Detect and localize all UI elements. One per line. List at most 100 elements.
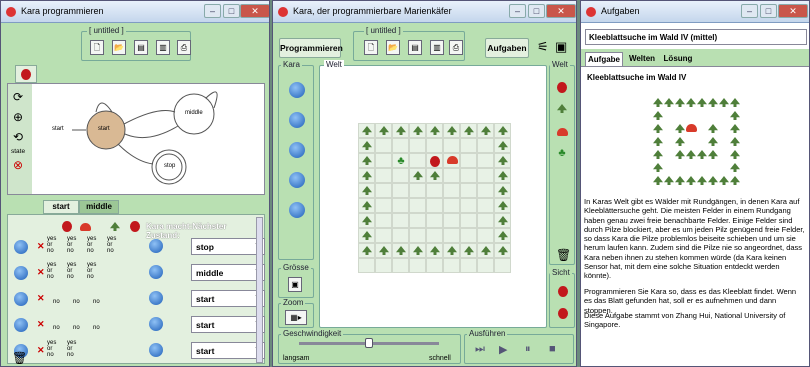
world-cell[interactable] <box>477 123 494 138</box>
world-cell[interactable] <box>477 228 494 243</box>
save-as-icon[interactable]: ▥ <box>430 40 444 55</box>
programmieren-button[interactable]: Programmieren <box>279 38 343 58</box>
turn-left-icon[interactable] <box>289 112 305 128</box>
state-stop[interactable]: stop <box>164 163 175 169</box>
world-cell[interactable] <box>443 153 460 168</box>
condition-no[interactable]: no <box>53 325 60 331</box>
play-icon[interactable]: ▶ <box>499 343 507 356</box>
world-cell[interactable] <box>358 258 375 273</box>
condition-leaf[interactable]: yes or no <box>107 236 116 254</box>
world-cell[interactable] <box>426 213 443 228</box>
ladybug-icon[interactable] <box>557 82 567 93</box>
world-cell[interactable] <box>358 183 375 198</box>
world-cell[interactable] <box>409 258 426 273</box>
world-cell[interactable] <box>375 243 392 258</box>
zoom-select-icon[interactable]: ▦▸ <box>285 310 307 325</box>
table-row[interactable]: ✕ yes or no yes or no yes or no yes or no stop <box>14 235 268 259</box>
world-cell[interactable] <box>409 123 426 138</box>
save-as-icon[interactable]: ▥ <box>156 40 170 55</box>
state-start[interactable]: start <box>98 126 110 132</box>
world-cell[interactable] <box>460 243 477 258</box>
condition-no[interactable]: no <box>73 325 80 331</box>
close-button[interactable]: ✕ <box>778 4 808 18</box>
world-cell[interactable]: ♣ <box>392 153 409 168</box>
new-file-icon[interactable]: 🗋 <box>364 40 378 55</box>
world-cell[interactable] <box>409 243 426 258</box>
tree-icon[interactable] <box>557 104 567 113</box>
world-cell[interactable] <box>494 123 511 138</box>
world-cell[interactable] <box>358 123 375 138</box>
condition-no[interactable]: no <box>93 325 100 331</box>
mushroom-icon[interactable] <box>557 128 568 136</box>
action-icon[interactable] <box>149 265 163 279</box>
view-sensor-icon[interactable] <box>558 308 568 319</box>
maximize-button[interactable]: □ <box>223 4 240 18</box>
new-file-icon[interactable]: 🗋 <box>90 40 104 55</box>
world-cell[interactable] <box>375 213 392 228</box>
world-cell[interactable] <box>426 153 443 168</box>
world-cell[interactable] <box>375 183 392 198</box>
put-leaf-icon[interactable] <box>289 172 305 188</box>
world-cell[interactable] <box>358 153 375 168</box>
remove-leaf-icon[interactable] <box>289 202 305 218</box>
world-cell[interactable] <box>443 183 460 198</box>
world-cell[interactable] <box>375 138 392 153</box>
world-cell[interactable] <box>443 198 460 213</box>
world-cell[interactable] <box>409 213 426 228</box>
world-cell[interactable] <box>358 138 375 153</box>
world-cell[interactable] <box>409 183 426 198</box>
condition-mushroom[interactable]: yes or no <box>87 262 96 280</box>
world-cell[interactable] <box>494 213 511 228</box>
world-cell[interactable] <box>443 228 460 243</box>
world-cell[interactable] <box>392 123 409 138</box>
world-cell[interactable] <box>477 213 494 228</box>
world-cell[interactable] <box>494 243 511 258</box>
next-state-select[interactable]: start <box>191 316 265 333</box>
world-cell[interactable] <box>477 153 494 168</box>
next-state-select[interactable]: start <box>191 290 265 307</box>
world-cell[interactable] <box>375 198 392 213</box>
condition-no[interactable]: no <box>93 299 100 305</box>
tab-aufgabe[interactable]: Aufgabe <box>585 52 623 67</box>
view-kara-icon[interactable] <box>558 286 568 297</box>
world-cell[interactable] <box>426 243 443 258</box>
minimize-button[interactable]: – <box>509 4 526 18</box>
action-icon[interactable] <box>149 239 163 253</box>
world-cell[interactable] <box>443 123 460 138</box>
condition-ladybug[interactable]: yes or no <box>47 340 56 358</box>
world-cell[interactable] <box>426 168 443 183</box>
world-cell[interactable] <box>409 153 426 168</box>
world-cell[interactable] <box>477 198 494 213</box>
world-cell[interactable] <box>409 138 426 153</box>
save-file-icon[interactable]: ▤ <box>408 40 422 55</box>
pause-icon[interactable]: ⏸ <box>525 343 531 356</box>
world-cell[interactable] <box>460 168 477 183</box>
condition-tree[interactable]: yes or no <box>67 340 76 358</box>
world-cell[interactable] <box>494 198 511 213</box>
world-cell[interactable] <box>409 228 426 243</box>
print-icon[interactable]: ⎙ <box>177 40 191 55</box>
stop-icon[interactable]: ■ <box>549 343 556 355</box>
trash-icon[interactable]: 🗑 <box>556 248 571 262</box>
action-icon[interactable] <box>149 291 163 305</box>
condition-tree[interactable]: yes or no <box>67 236 76 254</box>
world-grid[interactable]: ♣ <box>358 123 514 273</box>
aufgaben-button[interactable]: Aufgaben <box>485 38 529 58</box>
world-cell[interactable] <box>392 183 409 198</box>
world-cell[interactable] <box>392 258 409 273</box>
move-forward-icon[interactable] <box>289 82 305 98</box>
world-cell[interactable] <box>392 213 409 228</box>
world-cell[interactable] <box>460 198 477 213</box>
turn-right-icon[interactable] <box>289 142 305 158</box>
condition-tree[interactable]: yes or no <box>67 262 76 280</box>
delete-row-icon[interactable]: ✕ <box>37 293 45 304</box>
world-cell[interactable] <box>443 138 460 153</box>
print-icon[interactable]: ⎙ <box>449 40 463 55</box>
world-cell[interactable] <box>443 258 460 273</box>
world-cell[interactable] <box>426 123 443 138</box>
world-cell[interactable] <box>460 183 477 198</box>
next-state-select[interactable]: start <box>191 342 265 359</box>
world-cell[interactable] <box>375 168 392 183</box>
step-icon[interactable]: ⏭ <box>475 343 485 356</box>
world-cell[interactable] <box>426 198 443 213</box>
